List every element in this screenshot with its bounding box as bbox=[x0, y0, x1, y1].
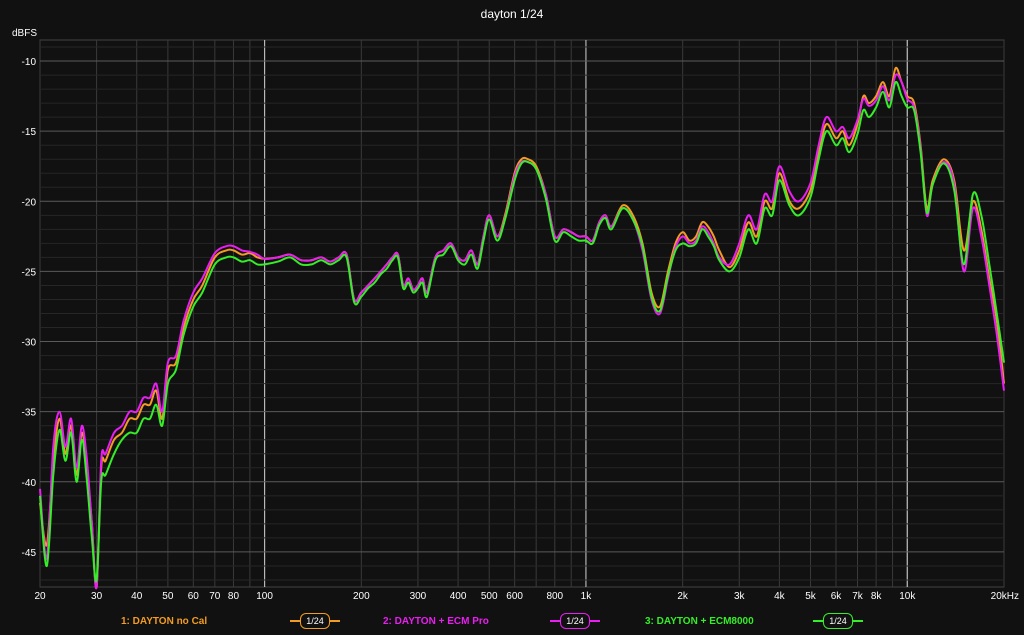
y-tick-label: -45 bbox=[22, 548, 37, 559]
chart-title: dayton 1/24 bbox=[481, 7, 544, 21]
x-tick-label: 10k bbox=[899, 591, 916, 602]
x-tick-label: 100 bbox=[256, 591, 273, 602]
y-tick-label: -20 bbox=[22, 197, 37, 208]
y-tick-label: -25 bbox=[22, 267, 37, 278]
y-tick-label: -30 bbox=[22, 338, 37, 349]
x-tick-label: 8k bbox=[871, 591, 883, 602]
x-tick-label: 300 bbox=[410, 591, 427, 602]
x-tick-label: 20 bbox=[34, 591, 46, 602]
legend-label-series-2: 2: DAYTON + ECM Pro bbox=[383, 616, 489, 627]
x-tick-label: 7k bbox=[852, 591, 864, 602]
x-tick-label: 70 bbox=[209, 591, 221, 602]
legend-badge-series-3[interactable]: 1/24 bbox=[813, 613, 863, 629]
x-tick-label: 6k bbox=[831, 591, 843, 602]
legend-label-series-3: 3: DAYTON + ECM8000 bbox=[645, 616, 754, 627]
x-tick-label: 200 bbox=[353, 591, 370, 602]
axis-ticks: -10 -15 -20 -25 -30 -35 -40 -45 20 30 40 50 60 70 80 10… bbox=[22, 57, 1019, 602]
legend-badge-series-1[interactable]: 1/24 bbox=[290, 613, 340, 629]
x-tick-label: 800 bbox=[546, 591, 563, 602]
x-tick-label: 60 bbox=[188, 591, 200, 602]
x-tick-label: 2k bbox=[677, 591, 689, 602]
x-tick-label: 30 bbox=[91, 591, 103, 602]
y-tick-label: -15 bbox=[22, 127, 37, 138]
y-tick-label: -10 bbox=[22, 57, 37, 68]
x-tick-label: 400 bbox=[450, 591, 467, 602]
x-tick-label: 80 bbox=[228, 591, 240, 602]
legend-badge-series-2[interactable]: 1/24 bbox=[550, 613, 600, 629]
y-tick-label: -40 bbox=[22, 478, 37, 489]
x-tick-label: 20kHz bbox=[991, 591, 1019, 602]
x-tick-label: 4k bbox=[774, 591, 786, 602]
x-tick-label: 40 bbox=[131, 591, 143, 602]
y-tick-label: -35 bbox=[22, 408, 37, 419]
legend: 1: DAYTON no Cal 1/24 2: DAYTON + ECM Pr… bbox=[0, 612, 1024, 634]
x-tick-label: 1k bbox=[581, 591, 593, 602]
x-tick-label: 3k bbox=[734, 591, 746, 602]
legend-label-series-1: 1: DAYTON no Cal bbox=[121, 616, 208, 627]
frequency-response-chart: dayton 1/24 dBFS -10 -15 -20 -25 -30 -35 -40 -4… bbox=[12, 7, 1019, 602]
y-axis-label: dBFS bbox=[12, 28, 37, 39]
series-line-3 bbox=[39, 80, 1005, 583]
x-tick-label: 500 bbox=[481, 591, 498, 602]
x-tick-label: 5k bbox=[805, 591, 817, 602]
x-tick-label: 50 bbox=[162, 591, 174, 602]
x-tick-label: 600 bbox=[506, 591, 523, 602]
